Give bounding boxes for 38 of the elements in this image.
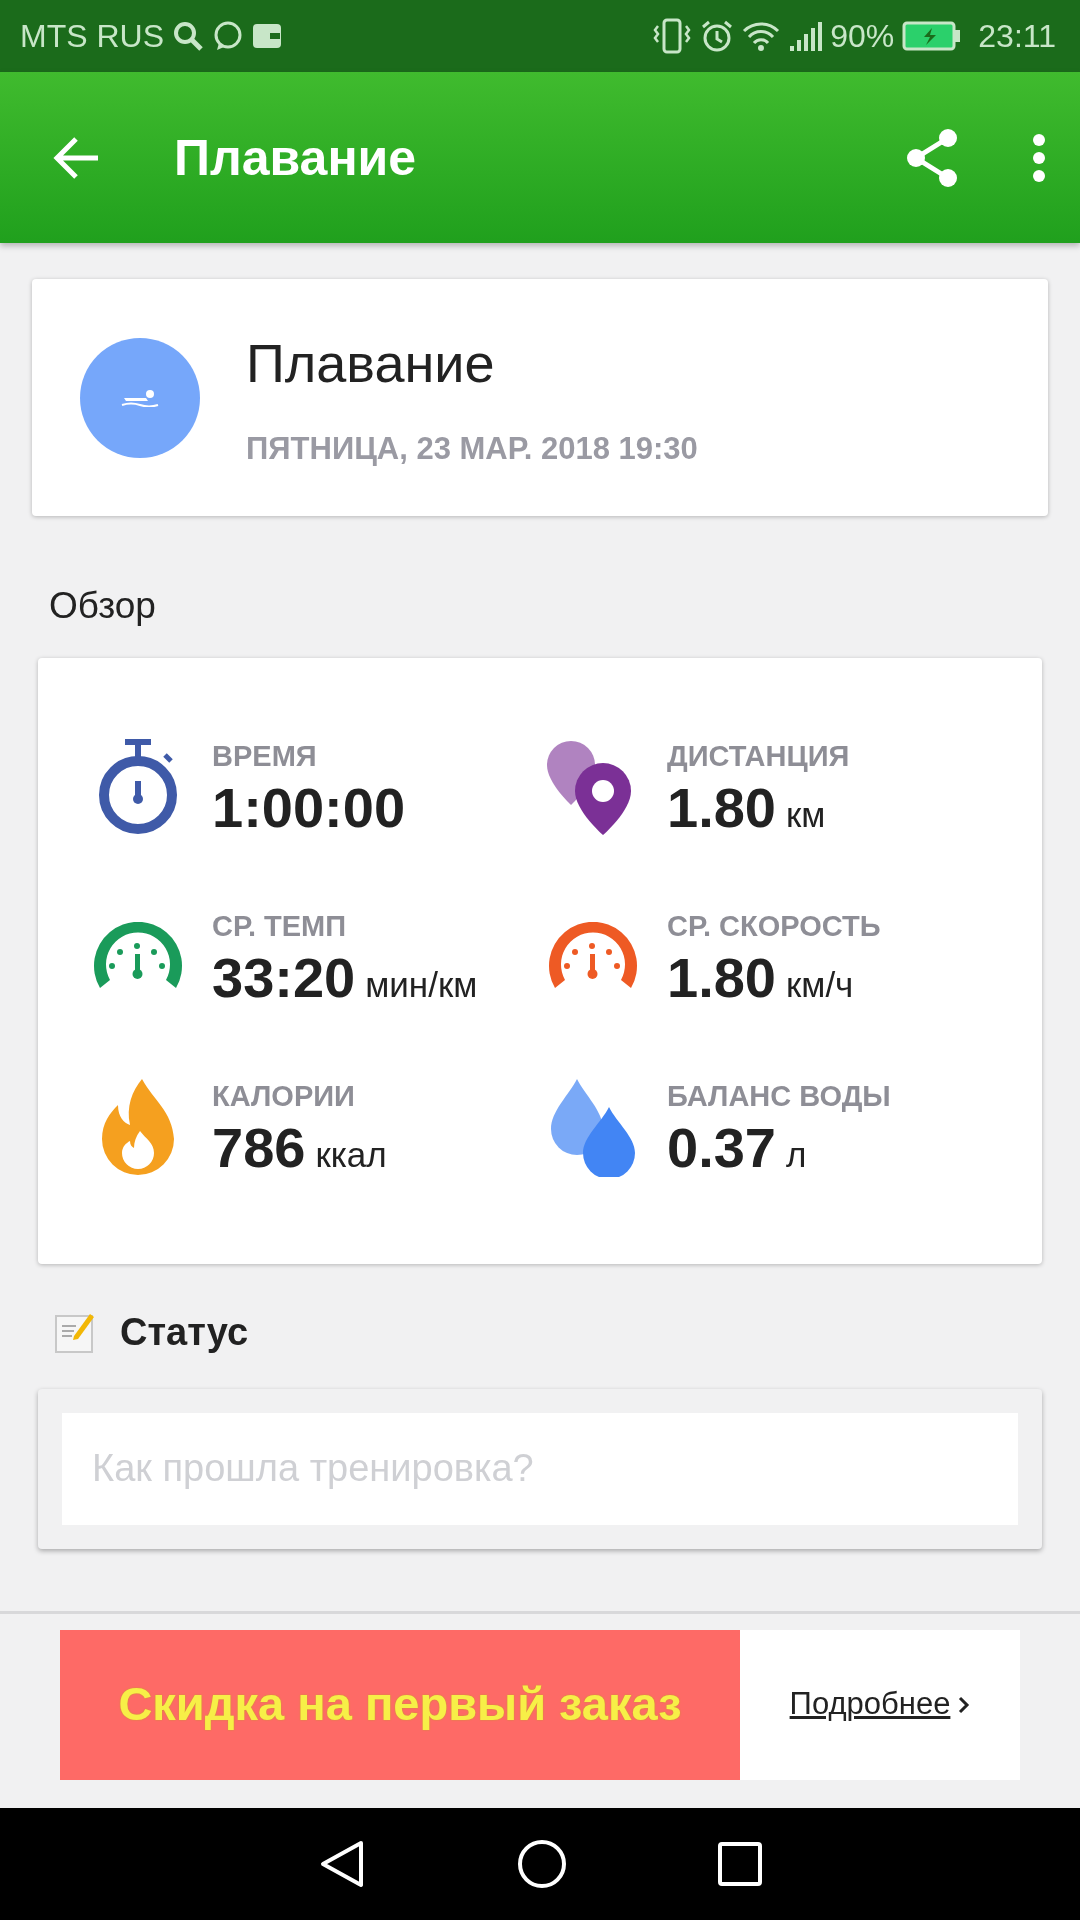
battery-percent: 90% <box>830 17 895 56</box>
metric-value: 1.80 км <box>667 778 827 838</box>
swimmer-icon <box>120 388 160 407</box>
search-icon <box>172 20 204 52</box>
metric-label: СР. СКОРОСТЬ <box>667 909 881 945</box>
activity-date: ПЯТНИЦА, 23 МАР. 2018 19:30 <box>246 429 698 468</box>
vibrate-icon <box>652 18 693 54</box>
metric-label: ВРЕМЯ <box>212 739 318 775</box>
activity-title: Плавание <box>246 331 496 395</box>
signal-icon <box>788 20 823 52</box>
more-link[interactable]: Подробнее <box>789 1681 951 1728</box>
ad-banner[interactable]: Скидка на первый заказ Подробнее <box>60 1629 1020 1780</box>
alarm-icon <box>700 19 735 53</box>
metric-label: СР. ТЕМП <box>212 909 348 945</box>
metric-value: 1:00:00 <box>212 778 406 838</box>
home-nav-icon[interactable] <box>517 1839 567 1889</box>
metric-label: ДИСТАНЦИЯ <box>667 739 850 775</box>
metric-value: 786 ккал <box>212 1118 387 1178</box>
chat-icon <box>212 20 244 52</box>
ad-text: Скидка на первый заказ <box>118 1676 682 1733</box>
section-heading: Статус <box>120 1309 249 1355</box>
carrier-name: MTS RUS <box>20 17 164 56</box>
section-heading: Обзор <box>48 584 156 628</box>
clock-time: 23:11 <box>978 17 1056 56</box>
wallet-icon <box>252 23 282 49</box>
metric-value: 1.80 км/ч <box>667 948 855 1008</box>
metric-label: БАЛАНС ВОДЫ <box>667 1079 891 1115</box>
metric-value: 33:20 мин/км <box>212 948 478 1008</box>
back-arrow-icon[interactable] <box>52 135 100 180</box>
metric-value: 0.37 л <box>667 1118 808 1178</box>
chevron-right-icon <box>958 1695 971 1714</box>
share-icon[interactable] <box>904 127 960 188</box>
metric-label: КАЛОРИИ <box>212 1079 356 1115</box>
wifi-icon <box>742 20 781 52</box>
screen-title: Плавание <box>174 128 417 188</box>
battery-icon <box>902 21 963 51</box>
more-options-icon[interactable] <box>1032 132 1046 183</box>
recents-nav-icon[interactable] <box>717 1841 763 1887</box>
